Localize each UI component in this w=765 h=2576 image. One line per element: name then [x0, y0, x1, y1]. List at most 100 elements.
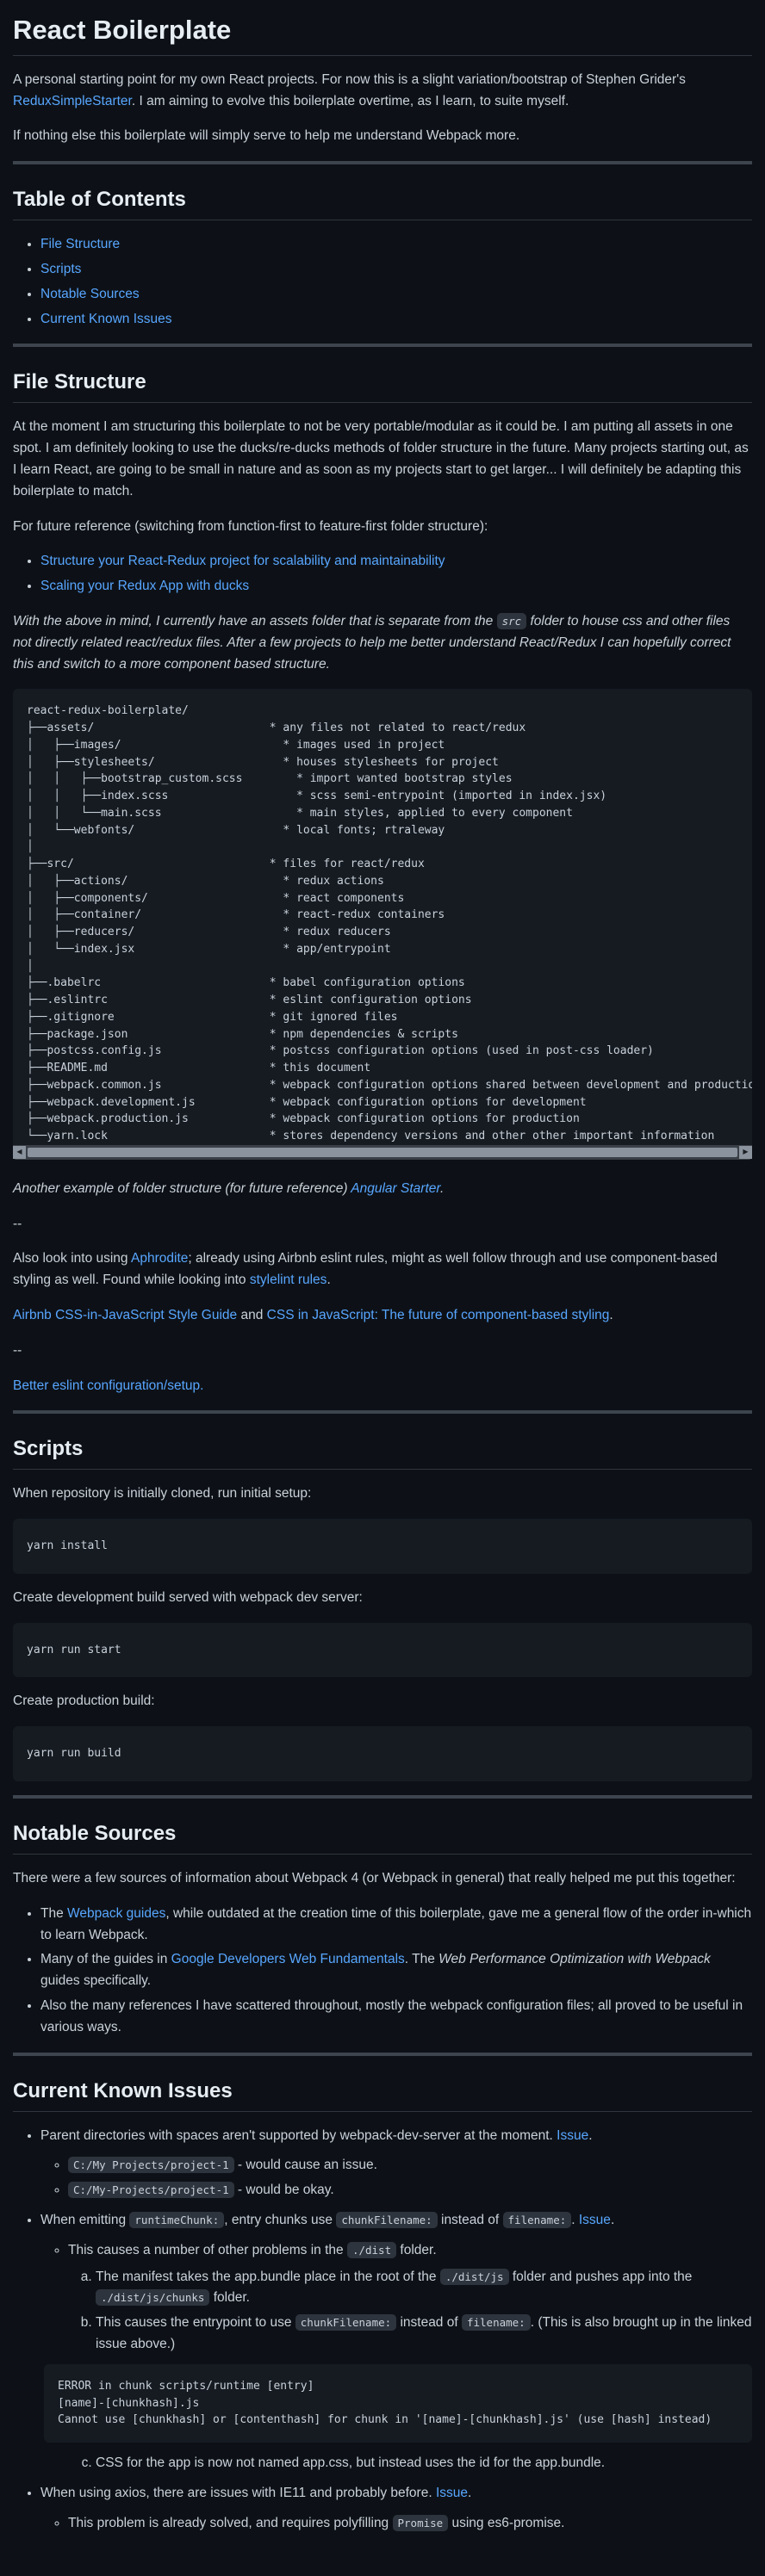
- list-item: C:/My Projects/project-1 - would cause a…: [68, 2155, 752, 2177]
- list-item: When emitting runtimeChunk:, entry chunk…: [40, 2210, 752, 2474]
- notable-sources-heading: Notable Sources: [13, 1821, 752, 1855]
- stylelint-rules-link[interactable]: stylelint rules: [250, 1273, 327, 1287]
- inline-code: runtimeChunk:: [129, 2211, 225, 2228]
- toc-link-scripts[interactable]: Scripts: [40, 262, 81, 276]
- another-text: Another example of folder structure (for…: [13, 1180, 351, 1196]
- text: . The: [404, 1952, 439, 1967]
- section-divider: [13, 1795, 752, 1799]
- toc-link-notable-sources[interactable]: Notable Sources: [40, 287, 140, 301]
- list-item: Many of the guides in Google Developers …: [40, 1949, 752, 1992]
- code-block-scrollbar[interactable]: ◀ ▶: [13, 1144, 752, 1160]
- section-divider: [13, 344, 752, 348]
- scroll-left-icon[interactable]: ◀: [13, 1145, 26, 1159]
- another-example-paragraph: Another example of folder structure (for…: [13, 1179, 752, 1200]
- toc-list: File Structure Scripts Notable Sources C…: [13, 234, 752, 330]
- list-item: C:/My-Projects/project-1 - would be okay…: [68, 2180, 752, 2201]
- install-paragraph: When repository is initially cloned, run…: [13, 1486, 312, 1502]
- list-item: Structure your React-Redux project for s…: [40, 551, 752, 573]
- toc-link-file-structure[interactable]: File Structure: [40, 237, 120, 251]
- inline-code: C:/My Projects/project-1: [68, 2157, 234, 2174]
- page-title: React Boilerplate: [13, 9, 752, 56]
- toc-item: Current Known Issues: [40, 309, 752, 331]
- text: folder and pushes app into the: [508, 2269, 693, 2284]
- file-structure-heading: File Structure: [13, 369, 752, 404]
- sub-list: C:/My Projects/project-1 - would cause a…: [40, 2155, 752, 2201]
- airbnb-style-guide-link[interactable]: Airbnb CSS-in-JavaScript Style Guide: [13, 1308, 237, 1322]
- scrollbar-thumb[interactable]: [28, 1147, 737, 1157]
- toc-heading: Table of Contents: [13, 187, 752, 221]
- react-redux-structure-link[interactable]: Structure your React-Redux project for s…: [40, 554, 445, 568]
- sub-list: This problem is already solved, and requ…: [40, 2513, 752, 2535]
- web-fundamentals-link[interactable]: Google Developers Web Fundamentals: [171, 1952, 405, 1966]
- text: Also look into using: [13, 1251, 132, 1266]
- text: instead of: [396, 2315, 462, 2331]
- text: using es6-promise.: [448, 2515, 565, 2530]
- toc-item: File Structure: [40, 234, 752, 256]
- error-code-block: ERROR in chunk scripts/runtime [entry] […: [44, 2363, 752, 2443]
- intro-text: A personal starting point for my own Rea…: [13, 71, 686, 87]
- alpha-list: The manifest takes the app.bundle place …: [44, 2267, 752, 2474]
- list-item: CSS for the app is now not named app.css…: [96, 2453, 752, 2474]
- toc-item: Scripts: [40, 259, 752, 281]
- inline-code: src: [496, 612, 527, 629]
- toc-item: Notable Sources: [40, 284, 752, 306]
- inline-code: ./dist/js: [439, 2268, 509, 2285]
- text: - would cause an issue.: [233, 2158, 377, 2173]
- sub-list: This causes a number of other problems i…: [40, 2240, 752, 2474]
- list-item: This causes a number of other problems i…: [44, 2240, 752, 2474]
- css-in-js-paragraph: Airbnb CSS-in-JavaScript Style Guide and…: [13, 1305, 752, 1327]
- prod-build-paragraph: Create production build:: [13, 1694, 155, 1709]
- future-reference-paragraph: For future reference (switching from fun…: [13, 518, 488, 534]
- note-text: With the above in mind, I currently have…: [13, 613, 497, 629]
- text: When using axios, there are issues with …: [40, 2485, 436, 2500]
- inline-code: Promise: [392, 2514, 449, 2531]
- folder-tree-code-block: react-redux-boilerplate/ ├──assets/ * an…: [13, 689, 752, 1145]
- period: .: [439, 1180, 445, 1196]
- text: instead of: [437, 2212, 503, 2227]
- text: .: [571, 2212, 579, 2227]
- text: - would be okay.: [233, 2183, 334, 2198]
- dash-separator: --: [13, 1216, 22, 1231]
- period: .: [327, 1273, 331, 1288]
- file-structure-paragraph: At the moment I am structuring this boil…: [13, 419, 749, 498]
- intro-paragraph: A personal starting point for my own Rea…: [13, 70, 752, 113]
- redux-simple-starter-link[interactable]: ReduxSimpleStarter: [13, 94, 132, 108]
- text: This causes a number of other problems i…: [68, 2242, 347, 2257]
- toc-link-known-issues[interactable]: Current Known Issues: [40, 312, 172, 326]
- section-divider: [13, 2052, 752, 2056]
- text: This problem is already solved, and requ…: [68, 2515, 393, 2530]
- text: guides specifically.: [40, 1973, 152, 1989]
- dev-build-paragraph: Create development build served with web…: [13, 1589, 363, 1605]
- readme-document: React Boilerplate A personal starting po…: [13, 0, 752, 2534]
- scroll-right-icon[interactable]: ▶: [739, 1145, 752, 1159]
- webpack-guides-link[interactable]: Webpack guides: [67, 1906, 165, 1921]
- ducks-link[interactable]: Scaling your Redux App with ducks: [40, 579, 249, 593]
- start-code-block: yarn run start: [13, 1622, 752, 1678]
- inline-code: chunkFilename:: [336, 2211, 438, 2228]
- text: The manifest takes the app.bundle place …: [96, 2269, 440, 2284]
- known-issues-list: Parent directories with spaces aren't su…: [13, 2126, 752, 2535]
- issue-link[interactable]: Issue: [436, 2486, 468, 2500]
- intro-text-end: . I am aiming to evolve this boilerplate…: [131, 93, 569, 108]
- eslint-setup-link[interactable]: Better eslint configuration/setup.: [13, 1378, 203, 1393]
- eslint-paragraph: Better eslint configuration/setup.: [13, 1376, 752, 1397]
- aphrodite-link[interactable]: Aphrodite: [131, 1251, 188, 1266]
- install-code-block: yarn install: [13, 1519, 752, 1574]
- text: When emitting: [40, 2212, 130, 2227]
- intro-paragraph-2: If nothing else this boilerplate will si…: [13, 128, 520, 144]
- text: The: [40, 1905, 68, 1921]
- period: .: [468, 2485, 472, 2500]
- emphasis-text: Web Performance Optimization with Webpac…: [438, 1952, 711, 1967]
- known-issues-heading: Current Known Issues: [13, 2078, 752, 2112]
- issue-link[interactable]: Issue: [557, 2128, 588, 2143]
- text: Parent directories with spaces aren't su…: [40, 2127, 557, 2143]
- issue-link[interactable]: Issue: [579, 2213, 611, 2227]
- list-item: This causes the entrypoint to use chunkF…: [44, 2313, 752, 2443]
- css-in-js-link[interactable]: CSS in JavaScript: The future of compone…: [267, 1308, 610, 1322]
- notable-sources-list: The Webpack guides, while outdated at th…: [13, 1904, 752, 2039]
- inline-code: C:/My-Projects/project-1: [68, 2182, 234, 2199]
- list-item: This problem is already solved, and requ…: [68, 2513, 752, 2535]
- angular-starter-link[interactable]: Angular Starter: [351, 1181, 440, 1196]
- dash-separator: --: [13, 1342, 22, 1358]
- inline-code: ./dist/js/chunks: [96, 2289, 210, 2307]
